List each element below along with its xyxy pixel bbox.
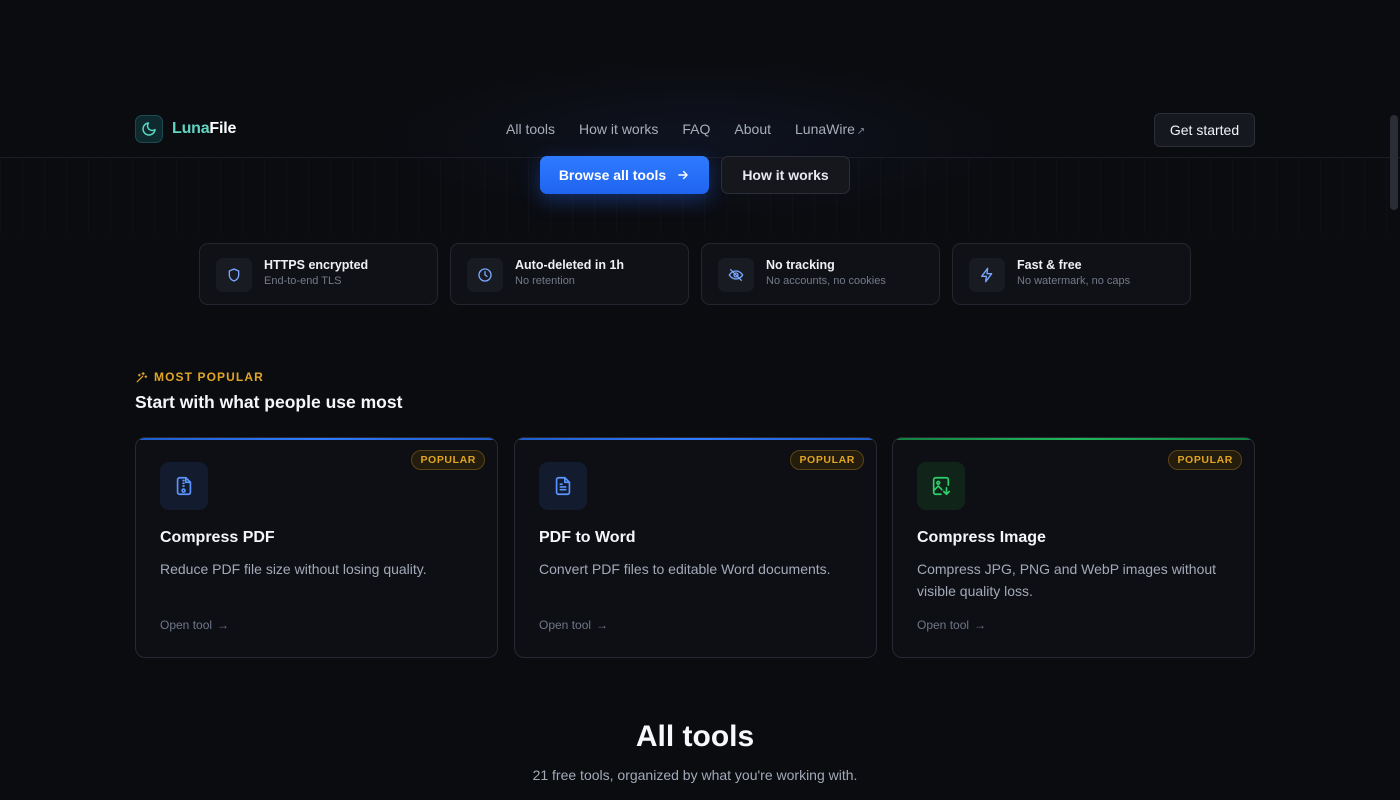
arrow-right-icon: → [596, 618, 609, 632]
most-popular-label: MOST POPULAR [135, 370, 264, 384]
all-tools-subtitle: 21 free tools, organized by what you're … [532, 767, 858, 783]
feature-title: Auto-deleted in 1h [515, 258, 625, 272]
arrow-right-icon: → [974, 618, 987, 632]
open-tool-label: Open tool [539, 618, 592, 632]
card-accent-bar [136, 438, 497, 440]
feature-fast-free: Fast & free No watermark, no caps [952, 243, 1191, 305]
open-tool-label: Open tool [160, 618, 213, 632]
feature-title: Fast & free [1017, 258, 1082, 272]
feature-subtitle: No retention [515, 275, 575, 287]
tool-card-compress-pdf[interactable]: POPULAR Compress PDF Reduce PDF file siz… [135, 437, 498, 658]
how-it-works-button[interactable]: How it works [721, 156, 850, 194]
clock-icon [467, 258, 503, 292]
get-started-button[interactable]: Get started [1154, 113, 1255, 147]
open-tool-link[interactable]: Open tool → [917, 618, 986, 632]
popular-badge: POPULAR [411, 450, 485, 470]
browse-all-tools-button[interactable]: Browse all tools [540, 156, 709, 194]
brand-name-part1: Luna [172, 120, 210, 137]
brand-name-part2: File [209, 120, 237, 137]
all-tools-title: All tools [635, 720, 755, 753]
nav-item-faq[interactable]: FAQ [682, 121, 710, 137]
feature-auto-delete: Auto-deleted in 1h No retention [450, 243, 689, 305]
nav-item-lunawire: LunaWire [795, 121, 855, 137]
feature-title: No tracking [766, 258, 835, 272]
nav-item-about[interactable]: About [734, 121, 771, 137]
page-scrollbar[interactable] [1390, 115, 1398, 210]
logo[interactable]: LunaFile [135, 115, 236, 143]
feature-https: HTTPS encrypted End-to-end TLS [199, 243, 438, 305]
eye-off-icon [718, 258, 754, 292]
main-nav: All tools How it works FAQ About LunaWir… [506, 121, 865, 137]
card-description: Convert PDF files to editable Word docum… [539, 561, 831, 577]
document-icon [539, 462, 587, 510]
nav-item-lunawire-wrapper[interactable]: LunaWire ↗ [795, 121, 865, 137]
card-accent-bar [515, 438, 876, 440]
brand-name: LunaFile [172, 120, 236, 138]
external-link-icon: ↗ [856, 126, 866, 137]
nav-item-how-it-works[interactable]: How it works [579, 121, 658, 137]
tool-card-compress-image[interactable]: POPULAR Compress Image Compress JPG, PNG… [892, 437, 1255, 658]
open-tool-link[interactable]: Open tool → [539, 618, 608, 632]
arrow-right-icon: → [217, 618, 230, 632]
feature-subtitle: No watermark, no caps [1017, 275, 1131, 287]
card-title: Compress Image [917, 529, 1046, 546]
open-tool-label: Open tool [917, 618, 970, 632]
compress-file-icon [160, 462, 208, 510]
tool-card-pdf-to-word[interactable]: POPULAR PDF to Word Convert PDF files to… [514, 437, 877, 658]
sparkle-icon [136, 371, 148, 382]
feature-no-tracking: No tracking No accounts, no cookies [701, 243, 940, 305]
feature-subtitle: No accounts, no cookies [766, 275, 886, 287]
bolt-icon [969, 258, 1005, 292]
most-popular-text: MOST POPULAR [154, 370, 264, 384]
card-description: Reduce PDF file size without losing qual… [160, 561, 427, 577]
site-header: LunaFile All tools How it works FAQ Abou… [0, 100, 1400, 158]
image-download-icon [917, 462, 965, 510]
card-title: Compress PDF [160, 529, 275, 546]
popular-heading: Start with what people use most [135, 392, 403, 412]
feature-subtitle: End-to-end TLS [264, 275, 342, 287]
arrow-right-icon [678, 170, 688, 180]
browse-all-tools-label: Browse all tools [558, 167, 667, 183]
card-title: PDF to Word [539, 529, 636, 546]
popular-badge: POPULAR [1168, 450, 1242, 470]
moon-icon [135, 115, 163, 143]
shield-icon [216, 258, 252, 292]
card-accent-bar [893, 438, 1254, 440]
popular-badge: POPULAR [790, 450, 864, 470]
open-tool-link[interactable]: Open tool → [160, 618, 229, 632]
feature-title: HTTPS encrypted [264, 258, 369, 272]
card-description: Compress JPG, PNG and WebP images withou… [917, 561, 1217, 599]
nav-item-all-tools[interactable]: All tools [506, 121, 555, 137]
